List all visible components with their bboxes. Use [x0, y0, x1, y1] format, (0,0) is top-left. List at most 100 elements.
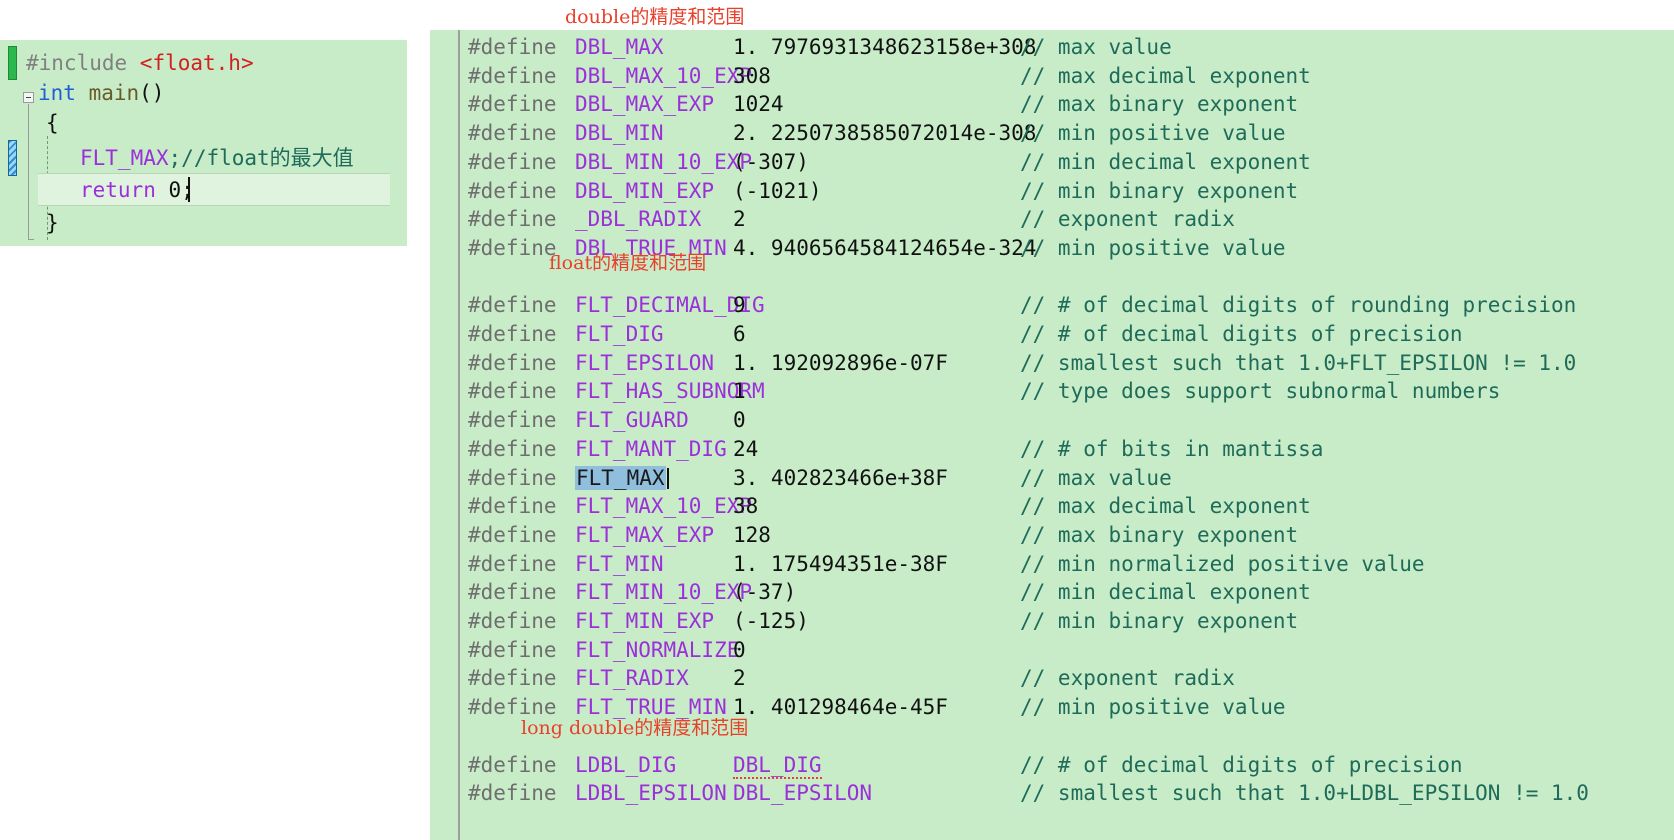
macro-name[interactable]: FLT_MAX_EXP [575, 521, 714, 550]
macro-name[interactable]: DBL_MAX_10_EXP [575, 62, 752, 91]
macro-value: 0 [733, 408, 746, 433]
macro-name[interactable]: FLT_GUARD [575, 406, 689, 435]
macro-value: 24 [733, 436, 759, 461]
macro-value: 38 [733, 494, 759, 519]
text-caret [188, 177, 190, 202]
macro-value: 308 [733, 63, 771, 88]
code-line-5[interactable]: return 0; [80, 175, 194, 205]
editor-gutter[interactable] [0, 40, 22, 246]
macro-name[interactable]: _DBL_RADIX [575, 205, 701, 234]
macro-name[interactable]: FLT_NORMALIZE [575, 636, 739, 665]
define-keyword: #define [468, 781, 557, 806]
define-keyword: #define [468, 178, 557, 203]
macro-value: 6 [733, 322, 746, 346]
macro-value: (-307) [733, 149, 809, 174]
line-comment: // max binary exponent [1020, 522, 1299, 547]
macro-value: 2 [733, 666, 746, 691]
macro-name[interactable]: FLT_MIN_EXP [575, 607, 714, 636]
macro-name[interactable]: DBL_MAX_EXP [575, 90, 714, 119]
define-keyword: #define [468, 609, 557, 633]
line-comment: // max binary exponent [1020, 92, 1299, 117]
define-keyword: #define [468, 580, 557, 605]
annotation-double-title: double的精度和范围 [565, 6, 745, 28]
macro-name[interactable]: FLT_MIN [575, 550, 664, 579]
define-keyword: #define [468, 637, 557, 662]
macro-value: 4. 9406564584124654e-324 [733, 235, 1037, 260]
preprocessor-directive: #include [26, 51, 140, 75]
keyword-int: int [38, 81, 89, 105]
macro-value: 0 [733, 637, 746, 662]
define-keyword: #define [468, 752, 557, 777]
code-line-6[interactable]: } [46, 208, 59, 238]
macro-name[interactable]: DBL_MIN_10_EXP [575, 148, 752, 177]
error-squiggle: DBL_DIG [733, 752, 822, 779]
define-keyword: #define [468, 235, 557, 260]
return-value: 0 [168, 178, 182, 202]
macro-value: DBL_EPSILON [733, 781, 873, 806]
define-keyword: #define [468, 35, 557, 59]
close-brace: } [46, 211, 59, 235]
annotation-float-title: float的精度和范围 [549, 252, 707, 274]
macro-name[interactable]: DBL_MIN_EXP [575, 177, 714, 206]
macro-name[interactable]: FLT_MAX [575, 464, 669, 493]
code-line-1[interactable]: #include <float.h> [26, 48, 254, 78]
semicolon: ; [168, 146, 182, 170]
macro-name[interactable]: FLT_EPSILON [575, 349, 714, 378]
macro-value: DBL_DIG [733, 751, 822, 780]
macro-name[interactable]: LDBL_DIG [575, 751, 676, 780]
code-fold-toggle-icon[interactable] [23, 92, 34, 103]
macro-value: 9 [733, 293, 746, 318]
macro-name[interactable]: DBL_MAX [575, 33, 664, 62]
macro-value: 2. 2250738585072014e-308 [733, 121, 1037, 146]
selected-macro-name[interactable]: FLT_MAX [575, 465, 666, 490]
macro-value: 2 [733, 207, 746, 232]
text-caret [666, 467, 669, 489]
macro-name[interactable]: FLT_RADIX [575, 664, 689, 693]
line-comment: // max value [1020, 35, 1172, 59]
macro-value: (-1021) [733, 178, 822, 203]
annotation-long-double-title: long double的精度和范围 [521, 717, 749, 739]
code-line-2[interactable]: int main() [38, 78, 164, 108]
define-keyword: #define [468, 666, 557, 691]
line-comment: // # of decimal digits of rounding preci… [1020, 293, 1577, 318]
line-comment: // min decimal exponent [1020, 580, 1311, 605]
line-comment: // max value [1020, 465, 1172, 490]
define-keyword: #define [468, 379, 557, 404]
line-comment: // min binary exponent [1020, 609, 1299, 633]
line-comment: // smallest such that 1.0+LDBL_EPSILON !… [1020, 781, 1589, 806]
line-comment: // exponent radix [1020, 666, 1235, 691]
define-keyword: #define [468, 350, 557, 375]
macro-name[interactable]: FLT_DIG [575, 320, 664, 349]
macro-name[interactable]: DBL_MIN [575, 119, 664, 148]
code-line-4[interactable]: FLT_MAX;//float的最大值 [80, 143, 354, 173]
define-keyword: #define [468, 494, 557, 519]
define-keyword: #define [468, 551, 557, 576]
define-keyword: #define [468, 63, 557, 88]
code-editor-panel[interactable]: #include <float.h> int main() { FLT_MAX;… [0, 40, 407, 246]
define-keyword: #define [468, 207, 557, 232]
define-keyword: #define [468, 522, 557, 547]
macro-value: 1. 192092896e-07F [733, 350, 948, 375]
line-comment: // min binary exponent [1020, 178, 1299, 203]
open-brace: { [46, 111, 59, 135]
macro-name[interactable]: LDBL_EPSILON [575, 779, 727, 808]
saved-change-marker [8, 46, 17, 80]
line-comment: // # of bits in mantissa [1020, 436, 1324, 461]
function-name-main: main [88, 81, 140, 105]
macro-flt-max: FLT_MAX [80, 146, 169, 170]
line-comment: // max decimal exponent [1020, 63, 1311, 88]
define-keyword: #define [468, 92, 557, 117]
code-line-3[interactable]: { [46, 108, 59, 138]
unsaved-change-marker [8, 140, 17, 176]
line-comment: // min decimal exponent [1020, 149, 1311, 174]
define-keyword: #define [468, 322, 557, 346]
define-keyword: #define [468, 408, 557, 433]
macro-name[interactable]: FLT_MIN_10_EXP [575, 578, 752, 607]
macro-value: 3. 402823466e+38F [733, 465, 948, 490]
macro-name[interactable]: FLT_MAX_10_EXP [575, 492, 752, 521]
line-comment: // type does support subnormal numbers [1020, 379, 1501, 404]
macro-value: 1 [733, 379, 746, 404]
line-comment: // # of decimal digits of precision [1020, 322, 1463, 346]
macro-name[interactable]: FLT_MANT_DIG [575, 435, 727, 464]
macro-value: 128 [733, 522, 771, 547]
